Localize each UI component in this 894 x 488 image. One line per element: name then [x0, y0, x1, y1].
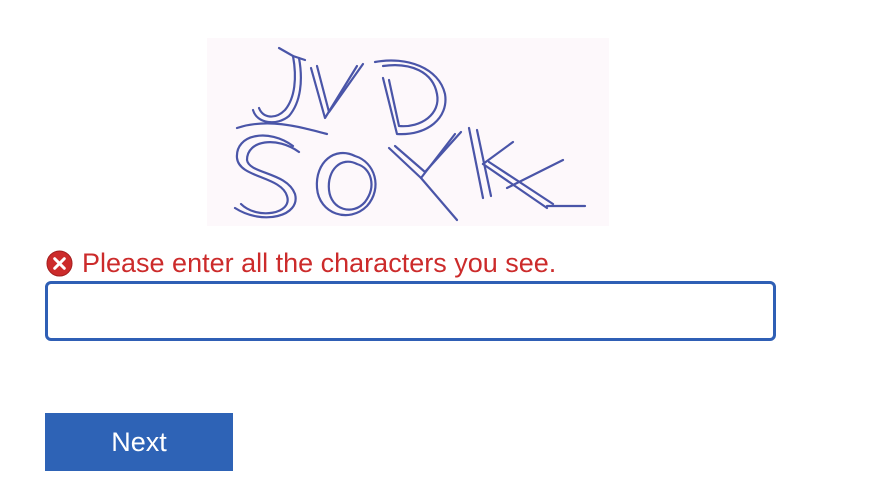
captcha-image: [207, 38, 609, 226]
captcha-challenge-page: Please enter all the characters you see.…: [0, 0, 894, 488]
captcha-answer-input[interactable]: [45, 281, 776, 341]
next-button[interactable]: Next: [45, 413, 233, 471]
error-message-row: Please enter all the characters you see.: [46, 247, 556, 279]
error-message-text: Please enter all the characters you see.: [82, 248, 557, 278]
captcha-distorted-glyphs: [233, 46, 587, 222]
error-x-icon: [46, 249, 73, 277]
